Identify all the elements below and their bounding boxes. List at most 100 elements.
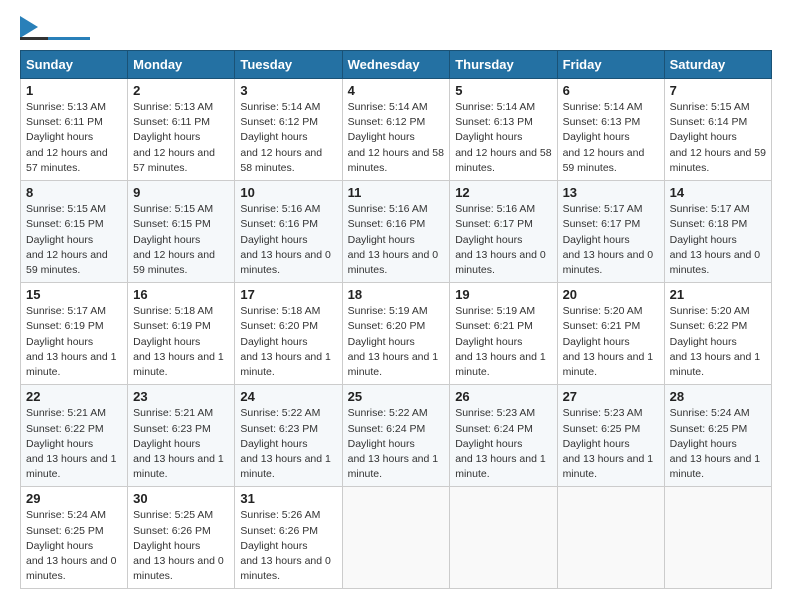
calendar-day-cell: 3 Sunrise: 5:14 AMSunset: 6:12 PMDaylight… [235, 79, 342, 181]
day-info: Sunrise: 5:23 AMSunset: 6:24 PMDaylight … [455, 407, 546, 480]
day-info: Sunrise: 5:16 AMSunset: 6:16 PMDaylight … [348, 203, 439, 276]
day-number: 23 [133, 389, 229, 404]
day-number: 28 [670, 389, 766, 404]
calendar-day-header: Monday [128, 51, 235, 79]
calendar-day-cell: 6Sunrise: 5:14 AMSunset: 6:13 PMDaylight… [557, 79, 664, 181]
calendar-day-cell: 23 Sunrise: 5:21 AMSunset: 6:23 PMDayligh… [128, 385, 235, 487]
calendar-day-cell: 1 Sunrise: 5:13 AMSunset: 6:11 PMDaylight… [21, 79, 128, 181]
calendar-day-cell: 16Sunrise: 5:18 AMSunset: 6:19 PMDayligh… [128, 283, 235, 385]
calendar-day-cell: 14Sunrise: 5:17 AMSunset: 6:18 PMDayligh… [664, 181, 771, 283]
day-info: Sunrise: 5:14 AMSunset: 6:13 PMDaylight … [455, 101, 551, 174]
day-info: Sunrise: 5:19 AMSunset: 6:21 PMDaylight … [455, 305, 546, 378]
calendar-day-cell: 27 Sunrise: 5:23 AMSunset: 6:25 PMDayligh… [557, 385, 664, 487]
day-info: Sunrise: 5:19 AMSunset: 6:20 PMDaylight … [348, 305, 439, 378]
calendar-day-header: Thursday [450, 51, 557, 79]
day-info: Sunrise: 5:24 AMSunset: 6:25 PMDaylight … [670, 407, 761, 480]
day-number: 9 [133, 185, 229, 200]
calendar-day-cell: 11 Sunrise: 5:16 AMSunset: 6:16 PMDayligh… [342, 181, 450, 283]
calendar-day-cell: 12 Sunrise: 5:16 AMSunset: 6:17 PMDayligh… [450, 181, 557, 283]
day-number: 16 [133, 287, 229, 302]
calendar-day-cell: 29 Sunrise: 5:24 AMSunset: 6:25 PMDayligh… [21, 487, 128, 589]
calendar-day-cell [557, 487, 664, 589]
calendar-day-cell: 18 Sunrise: 5:19 AMSunset: 6:20 PMDayligh… [342, 283, 450, 385]
calendar-day-header: Wednesday [342, 51, 450, 79]
day-number: 10 [240, 185, 336, 200]
day-info: Sunrise: 5:22 AMSunset: 6:24 PMDaylight … [348, 407, 439, 480]
day-info: Sunrise: 5:20 AMSunset: 6:22 PMDaylight … [670, 305, 761, 378]
calendar-day-cell: 13 Sunrise: 5:17 AMSunset: 6:17 PMDayligh… [557, 181, 664, 283]
calendar-day-header: Friday [557, 51, 664, 79]
calendar-day-cell: 7Sunrise: 5:15 AMSunset: 6:14 PMDaylight… [664, 79, 771, 181]
calendar-day-cell: 20 Sunrise: 5:20 AMSunset: 6:21 PMDayligh… [557, 283, 664, 385]
day-number: 20 [563, 287, 659, 302]
day-number: 1 [26, 83, 122, 98]
calendar-day-cell: 17Sunrise: 5:18 AMSunset: 6:20 PMDayligh… [235, 283, 342, 385]
calendar-day-header: Tuesday [235, 51, 342, 79]
day-number: 19 [455, 287, 551, 302]
calendar-day-cell: 25 Sunrise: 5:22 AMSunset: 6:24 PMDayligh… [342, 385, 450, 487]
calendar-day-cell: 5 Sunrise: 5:14 AMSunset: 6:13 PMDaylight… [450, 79, 557, 181]
calendar-day-cell [664, 487, 771, 589]
day-number: 3 [240, 83, 336, 98]
calendar-day-cell: 9Sunrise: 5:15 AMSunset: 6:15 PMDaylight… [128, 181, 235, 283]
day-info: Sunrise: 5:17 AMSunset: 6:19 PMDaylight … [26, 305, 117, 378]
logo [20, 20, 90, 40]
day-number: 25 [348, 389, 445, 404]
day-number: 26 [455, 389, 551, 404]
day-info: Sunrise: 5:24 AMSunset: 6:25 PMDaylight … [26, 509, 117, 582]
day-info: Sunrise: 5:15 AMSunset: 6:15 PMDaylight … [26, 203, 108, 276]
calendar-day-cell [342, 487, 450, 589]
day-number: 13 [563, 185, 659, 200]
calendar-day-cell: 2 Sunrise: 5:13 AMSunset: 6:11 PMDaylight… [128, 79, 235, 181]
calendar-day-cell: 19 Sunrise: 5:19 AMSunset: 6:21 PMDayligh… [450, 283, 557, 385]
day-info: Sunrise: 5:14 AMSunset: 6:12 PMDaylight … [348, 101, 444, 174]
calendar-day-cell: 10Sunrise: 5:16 AMSunset: 6:16 PMDayligh… [235, 181, 342, 283]
day-number: 12 [455, 185, 551, 200]
calendar-day-cell: 30 Sunrise: 5:25 AMSunset: 6:26 PMDayligh… [128, 487, 235, 589]
day-info: Sunrise: 5:16 AMSunset: 6:17 PMDaylight … [455, 203, 546, 276]
calendar-day-cell: 8 Sunrise: 5:15 AMSunset: 6:15 PMDaylight… [21, 181, 128, 283]
day-number: 2 [133, 83, 229, 98]
day-number: 30 [133, 491, 229, 506]
calendar-week-row: 29 Sunrise: 5:24 AMSunset: 6:25 PMDayligh… [21, 487, 772, 589]
day-number: 27 [563, 389, 659, 404]
day-number: 11 [348, 185, 445, 200]
header [20, 20, 772, 40]
day-info: Sunrise: 5:13 AMSunset: 6:11 PMDaylight … [26, 101, 108, 174]
day-number: 14 [670, 185, 766, 200]
day-number: 22 [26, 389, 122, 404]
day-info: Sunrise: 5:20 AMSunset: 6:21 PMDaylight … [563, 305, 654, 378]
day-number: 5 [455, 83, 551, 98]
day-info: Sunrise: 5:26 AMSunset: 6:26 PMDaylight … [240, 509, 331, 582]
day-info: Sunrise: 5:17 AMSunset: 6:17 PMDaylight … [563, 203, 654, 276]
day-info: Sunrise: 5:14 AMSunset: 6:12 PMDaylight … [240, 101, 322, 174]
logo-underline [20, 37, 90, 40]
day-info: Sunrise: 5:21 AMSunset: 6:22 PMDaylight … [26, 407, 117, 480]
day-info: Sunrise: 5:25 AMSunset: 6:26 PMDaylight … [133, 509, 224, 582]
day-number: 15 [26, 287, 122, 302]
calendar-day-cell: 26 Sunrise: 5:23 AMSunset: 6:24 PMDayligh… [450, 385, 557, 487]
calendar-day-header: Saturday [664, 51, 771, 79]
day-number: 4 [348, 83, 445, 98]
calendar-day-cell [450, 487, 557, 589]
day-info: Sunrise: 5:18 AMSunset: 6:20 PMDaylight … [240, 305, 331, 378]
logo-arrow-icon [20, 16, 38, 38]
calendar-week-row: 1 Sunrise: 5:13 AMSunset: 6:11 PMDaylight… [21, 79, 772, 181]
day-info: Sunrise: 5:13 AMSunset: 6:11 PMDaylight … [133, 101, 215, 174]
day-number: 29 [26, 491, 122, 506]
day-info: Sunrise: 5:22 AMSunset: 6:23 PMDaylight … [240, 407, 331, 480]
calendar-day-header: Sunday [21, 51, 128, 79]
day-number: 8 [26, 185, 122, 200]
day-info: Sunrise: 5:21 AMSunset: 6:23 PMDaylight … [133, 407, 224, 480]
calendar-day-cell: 28 Sunrise: 5:24 AMSunset: 6:25 PMDayligh… [664, 385, 771, 487]
calendar-table: SundayMondayTuesdayWednesdayThursdayFrid… [20, 50, 772, 589]
day-info: Sunrise: 5:23 AMSunset: 6:25 PMDaylight … [563, 407, 654, 480]
day-number: 31 [240, 491, 336, 506]
day-number: 21 [670, 287, 766, 302]
day-number: 6 [563, 83, 659, 98]
calendar-day-cell: 22 Sunrise: 5:21 AMSunset: 6:22 PMDayligh… [21, 385, 128, 487]
day-number: 18 [348, 287, 445, 302]
calendar-day-cell: 24Sunrise: 5:22 AMSunset: 6:23 PMDayligh… [235, 385, 342, 487]
calendar-week-row: 22 Sunrise: 5:21 AMSunset: 6:22 PMDayligh… [21, 385, 772, 487]
calendar-header-row: SundayMondayTuesdayWednesdayThursdayFrid… [21, 51, 772, 79]
